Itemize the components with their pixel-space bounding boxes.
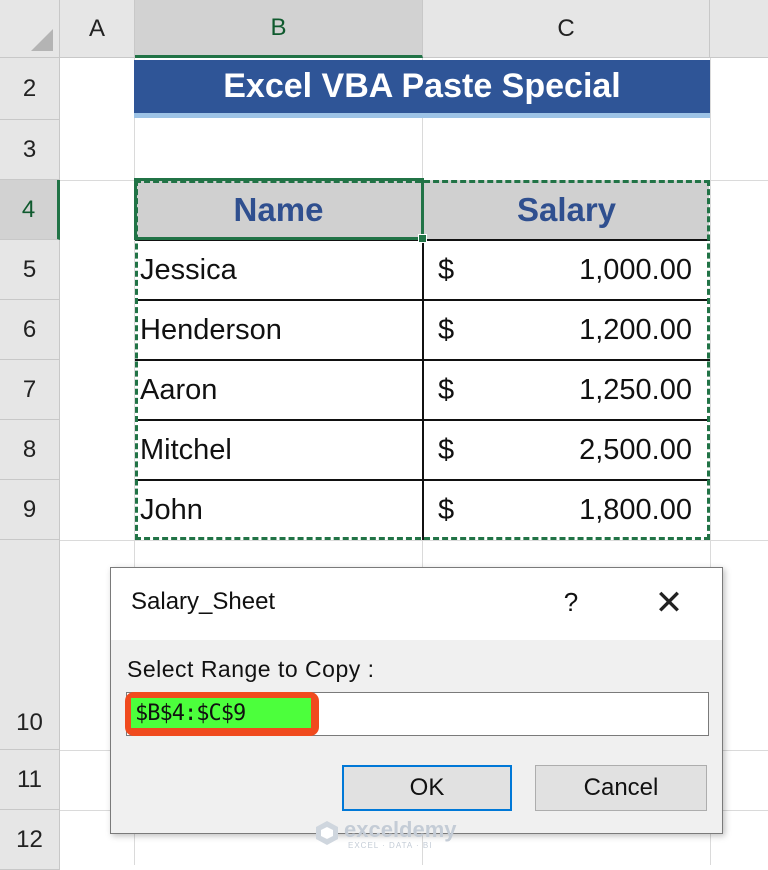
gridline bbox=[60, 540, 768, 541]
column-header-c[interactable]: C bbox=[423, 0, 710, 58]
ok-button[interactable]: OK bbox=[342, 765, 512, 811]
row-header-2[interactable]: 2 bbox=[0, 58, 60, 120]
close-icon[interactable]: ✕ bbox=[649, 584, 689, 622]
row-header-9[interactable]: 9 bbox=[0, 480, 60, 540]
watermark-text: exceldemy bbox=[344, 817, 457, 842]
banner-title: Excel VBA Paste Special bbox=[134, 60, 710, 118]
row-header-4[interactable]: 4 bbox=[0, 180, 60, 240]
help-icon[interactable]: ? bbox=[556, 586, 586, 618]
prompt-label: Select Range to Copy : bbox=[127, 656, 375, 682]
column-header-b[interactable]: B bbox=[135, 0, 423, 58]
watermark-logo: exceldemy EXCEL · DATA · BI bbox=[310, 815, 470, 853]
row-header-11[interactable]: 11 bbox=[0, 750, 60, 810]
watermark-subtext: EXCEL · DATA · BI bbox=[348, 841, 433, 850]
row-header-6[interactable]: 6 bbox=[0, 300, 60, 360]
row-header-3[interactable]: 3 bbox=[0, 120, 60, 180]
exceldemy-logo-icon bbox=[316, 821, 338, 845]
column-header-a[interactable]: A bbox=[60, 0, 135, 58]
input-dialog: Salary_Sheet ? ✕ Select Range to Copy : … bbox=[110, 567, 723, 834]
select-all-corner[interactable] bbox=[0, 0, 60, 58]
dialog-title: Salary_Sheet bbox=[131, 588, 276, 615]
row-header-7[interactable]: 7 bbox=[0, 360, 60, 420]
row-header-12[interactable]: 12 bbox=[0, 810, 60, 870]
column-header-d[interactable] bbox=[710, 0, 768, 58]
row-header-5[interactable]: 5 bbox=[0, 240, 60, 300]
fill-handle[interactable] bbox=[418, 234, 427, 243]
select-all-icon bbox=[31, 29, 53, 51]
row-header-8[interactable]: 8 bbox=[0, 420, 60, 480]
active-cell-border bbox=[134, 178, 424, 240]
row-header-10[interactable]: 10 bbox=[0, 540, 60, 750]
range-input-value[interactable]: $B$4:$C$9 bbox=[131, 698, 311, 728]
cancel-button[interactable]: Cancel bbox=[535, 765, 707, 811]
